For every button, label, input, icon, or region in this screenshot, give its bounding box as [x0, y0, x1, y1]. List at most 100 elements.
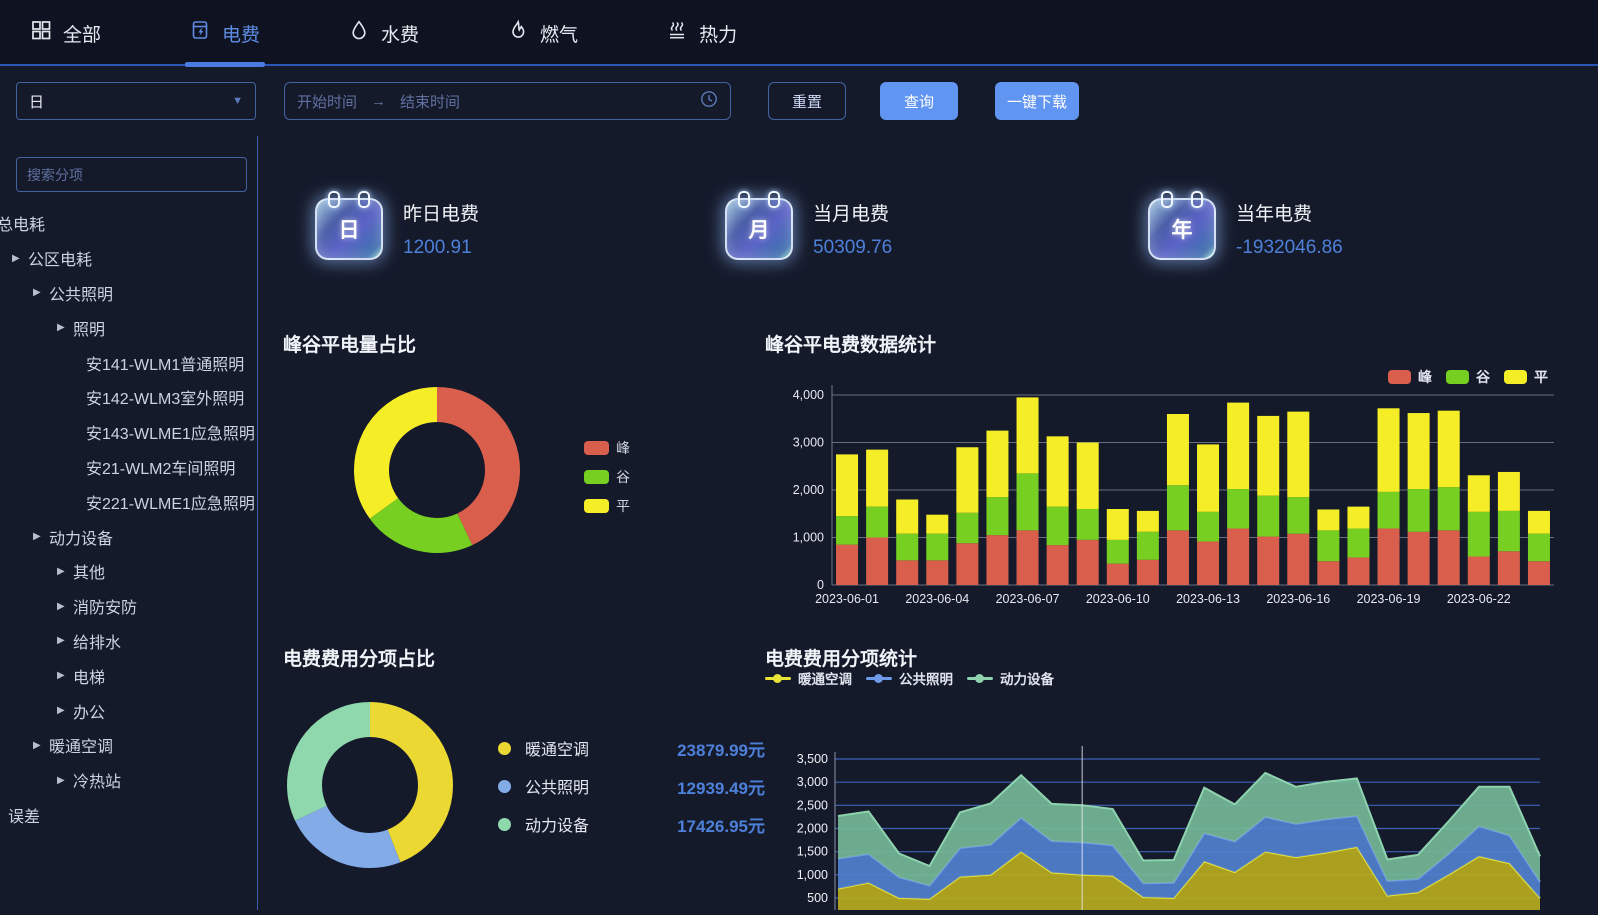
bar-segment[interactable]: [1287, 497, 1309, 534]
legend-item[interactable]: 平: [584, 496, 630, 516]
tree-item[interactable]: ▶给排水: [0, 624, 257, 659]
caret-right-icon[interactable]: ▶: [33, 287, 49, 298]
bar-segment[interactable]: [1408, 532, 1430, 585]
bar-segment[interactable]: [896, 534, 918, 561]
tree-item[interactable]: 安221-WLME1应急照明: [0, 484, 257, 519]
bar-segment[interactable]: [1227, 528, 1249, 585]
bar-segment[interactable]: [1227, 489, 1249, 528]
bar-segment[interactable]: [1378, 492, 1400, 529]
caret-right-icon[interactable]: ▶: [57, 322, 73, 333]
bar-segment[interactable]: [1137, 560, 1159, 585]
bar-segment[interactable]: [1347, 557, 1369, 585]
tree-item[interactable]: ▶消防安防: [0, 589, 257, 624]
bar-segment[interactable]: [1167, 530, 1189, 585]
bar-segment[interactable]: [896, 560, 918, 585]
bar-segment[interactable]: [956, 513, 978, 543]
tab-gas[interactable]: 燃气: [507, 0, 578, 66]
bar-segment[interactable]: [1528, 534, 1550, 562]
tree-item[interactable]: 安21-WLM2车间照明: [0, 450, 257, 485]
date-range-picker[interactable]: 开始时间 → 结束时间: [284, 82, 731, 120]
tree-item[interactable]: ▶公区电耗: [0, 241, 257, 276]
bar-segment[interactable]: [1317, 509, 1339, 530]
tree-item[interactable]: ▶动力设备: [0, 519, 257, 554]
bar-segment[interactable]: [1317, 561, 1339, 585]
bar-segment[interactable]: [1197, 512, 1219, 542]
legend-item[interactable]: 动力设备17426.95元: [498, 805, 765, 843]
bar-segment[interactable]: [1197, 444, 1219, 511]
bar-segment[interactable]: [1468, 475, 1490, 512]
bar-segment[interactable]: [1077, 443, 1099, 510]
bar-segment[interactable]: [1227, 403, 1249, 489]
tree-item[interactable]: 总电耗: [0, 206, 257, 241]
bar-segment[interactable]: [1137, 511, 1159, 532]
bar-segment[interactable]: [1077, 540, 1099, 585]
legend-item[interactable]: 暖通空调: [765, 668, 852, 688]
query-button[interactable]: 查询: [880, 82, 958, 120]
bar-segment[interactable]: [926, 560, 948, 585]
bar-segment[interactable]: [1438, 530, 1460, 585]
bar-segment[interactable]: [1107, 540, 1129, 564]
tab-electricity[interactable]: 电费: [189, 0, 260, 66]
bar-segment[interactable]: [1017, 530, 1039, 585]
bar-segment[interactable]: [1137, 532, 1159, 560]
tree-item[interactable]: ▶其他: [0, 554, 257, 589]
tab-water[interactable]: 水费: [348, 0, 419, 66]
bar-segment[interactable]: [1317, 530, 1339, 561]
bar-segment[interactable]: [956, 447, 978, 513]
peak-valley-donut-chart[interactable]: [352, 385, 522, 560]
caret-right-icon[interactable]: ▶: [33, 531, 49, 542]
tree-item[interactable]: ▶公共照明: [0, 276, 257, 311]
bar-segment[interactable]: [1017, 397, 1039, 473]
bar-segment[interactable]: [1257, 537, 1279, 585]
legend-item[interactable]: 公共照明: [866, 668, 953, 688]
bar-segment[interactable]: [1498, 472, 1520, 511]
tree-item[interactable]: 安142-WLM3室外照明: [0, 380, 257, 415]
caret-right-icon[interactable]: ▶: [57, 705, 73, 716]
bar-segment[interactable]: [1047, 436, 1069, 506]
tree-item[interactable]: ▶暖通空调: [0, 728, 257, 763]
bar-segment[interactable]: [866, 507, 888, 538]
bar-segment[interactable]: [926, 534, 948, 561]
bar-segment[interactable]: [956, 543, 978, 585]
legend-item[interactable]: 暖通空调23879.99元: [498, 729, 765, 767]
tree-item[interactable]: 安141-WLM1普通照明: [0, 345, 257, 380]
tree-item[interactable]: ▶办公: [0, 693, 257, 728]
bar-segment[interactable]: [1438, 411, 1460, 487]
bar-segment[interactable]: [1468, 512, 1490, 557]
bar-segment[interactable]: [1498, 551, 1520, 585]
bar-segment[interactable]: [1107, 509, 1129, 540]
legend-item[interactable]: 动力设备: [967, 668, 1054, 688]
bar-segment[interactable]: [896, 500, 918, 534]
bar-segment[interactable]: [1498, 511, 1520, 551]
bar-segment[interactable]: [1378, 408, 1400, 492]
caret-right-icon[interactable]: ▶: [57, 601, 73, 612]
bar-segment[interactable]: [1408, 489, 1430, 532]
bar-segment[interactable]: [866, 450, 888, 507]
caret-right-icon[interactable]: ▶: [57, 566, 73, 577]
bar-segment[interactable]: [836, 454, 858, 516]
tree-item[interactable]: 安143-WLME1应急照明: [0, 415, 257, 450]
tree-item[interactable]: ▶电梯: [0, 658, 257, 693]
tab-all[interactable]: 全部: [30, 0, 101, 66]
caret-right-icon[interactable]: ▶: [57, 670, 73, 681]
bar-segment[interactable]: [1528, 511, 1550, 534]
bar-segment[interactable]: [866, 538, 888, 586]
bar-segment[interactable]: [1257, 416, 1279, 496]
bar-segment[interactable]: [1408, 413, 1430, 489]
bar-segment[interactable]: [1287, 534, 1309, 585]
caret-right-icon[interactable]: ▶: [12, 253, 28, 264]
bar-segment[interactable]: [1107, 564, 1129, 585]
bar-segment[interactable]: [1468, 557, 1490, 586]
bar-segment[interactable]: [1077, 509, 1099, 540]
tree-item[interactable]: 误差: [0, 798, 257, 833]
search-input[interactable]: [16, 157, 247, 192]
bar-segment[interactable]: [986, 431, 1008, 498]
legend-item[interactable]: 公共照明12939.49元: [498, 767, 765, 805]
bar-segment[interactable]: [1287, 412, 1309, 498]
reset-button[interactable]: 重置: [768, 82, 846, 120]
caret-right-icon[interactable]: ▶: [33, 740, 49, 751]
bar-segment[interactable]: [1347, 528, 1369, 557]
bar-segment[interactable]: [836, 545, 858, 585]
bar-segment[interactable]: [1347, 507, 1369, 529]
bar-segment[interactable]: [986, 535, 1008, 585]
